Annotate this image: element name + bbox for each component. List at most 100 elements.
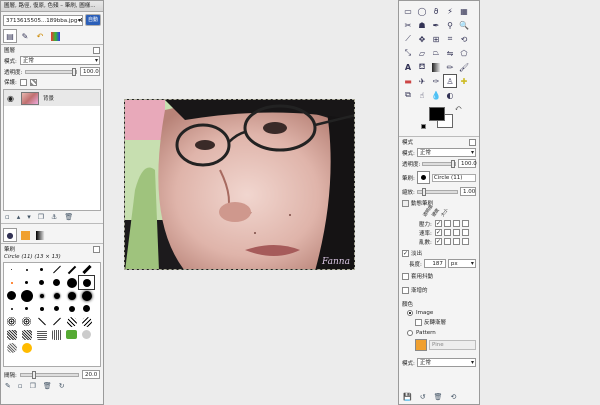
brush-item[interactable] — [19, 315, 34, 328]
pressure-size-check[interactable] — [453, 220, 460, 227]
tool-mode-select[interactable]: 正常 — [416, 148, 476, 157]
color-select-icon[interactable]: ▦ — [457, 4, 471, 18]
blend-icon[interactable] — [429, 60, 443, 74]
ellipse-select-icon[interactable]: ◯ — [415, 4, 429, 18]
scale-slider[interactable] — [416, 187, 458, 196]
scissors-icon[interactable]: ✂ — [401, 18, 415, 32]
brush-item[interactable] — [4, 302, 19, 315]
bottom-mode-select[interactable]: 正常 — [416, 358, 476, 367]
edit-brush-icon[interactable]: ✎ — [5, 382, 11, 390]
tool-opacity-slider[interactable] — [422, 159, 456, 168]
foreground-color[interactable] — [429, 107, 445, 121]
velocity-hardness-check[interactable] — [444, 229, 451, 236]
measure-icon[interactable]: ⟋ — [401, 32, 415, 46]
duplicate-layer-icon[interactable]: ❐ — [38, 213, 44, 221]
brush-item[interactable] — [64, 315, 79, 328]
layers-tab-icon[interactable]: ▤ — [3, 29, 17, 43]
flip-icon[interactable]: ⇋ — [443, 46, 457, 60]
perspective-icon[interactable]: ⏢ — [429, 46, 443, 60]
lock-alpha-checkbox[interactable] — [29, 78, 37, 86]
tool-opacity-spin[interactable]: 100.0 — [458, 159, 477, 168]
brush-item[interactable] — [79, 263, 94, 276]
brush-item[interactable] — [49, 276, 64, 289]
channels-tab-icon[interactable] — [48, 29, 62, 43]
gradients-tab-icon[interactable] — [33, 228, 47, 242]
fade-unit-select[interactable]: px — [447, 259, 476, 268]
crop-icon[interactable]: ⌗ — [443, 32, 457, 46]
velocity-size-check[interactable] — [453, 229, 460, 236]
brushes-menu-icon[interactable] — [93, 245, 100, 253]
bucket-fill-icon[interactable]: ⛾ — [415, 60, 429, 74]
refresh-brushes-icon[interactable]: ↻ — [59, 382, 65, 390]
ink-icon[interactable]: ✑ — [429, 74, 443, 88]
random-opacity-check[interactable]: ✓ — [435, 238, 442, 245]
image-selector[interactable]: 3713615505...189bba.jpg-4 — [3, 14, 83, 26]
brush-item[interactable] — [49, 315, 64, 328]
reset-options-icon[interactable]: ⟲ — [450, 393, 456, 401]
fuzzy-select-icon[interactable]: ⚡ — [443, 4, 457, 18]
pressure-hardness-check[interactable] — [444, 220, 451, 227]
incremental-checkbox[interactable] — [402, 286, 409, 294]
brush-item[interactable] — [4, 276, 19, 289]
brush-item[interactable] — [34, 263, 49, 276]
brush-item[interactable] — [49, 263, 64, 276]
visibility-eye-icon[interactable]: ◉ — [7, 94, 17, 103]
image-canvas[interactable]: Fanna — [124, 99, 355, 270]
brush-preview[interactable] — [416, 171, 430, 184]
layer-name[interactable]: 背景 — [43, 94, 54, 102]
brush-item[interactable] — [4, 263, 19, 276]
lower-layer-icon[interactable]: ▾ — [27, 213, 31, 221]
lock-pixels-checkbox[interactable] — [19, 78, 27, 86]
brush-item[interactable] — [19, 263, 34, 276]
reverse-gradient-checkbox[interactable] — [415, 318, 422, 326]
pattern-swatch[interactable] — [415, 339, 427, 351]
brush-item[interactable] — [34, 302, 49, 315]
heal-icon[interactable]: ✚ — [457, 74, 471, 88]
brush-item[interactable] — [4, 289, 19, 302]
brush-item[interactable] — [19, 289, 34, 302]
undo-tab-icon[interactable]: ↶ — [33, 29, 47, 43]
clone-icon[interactable]: ♙ — [443, 74, 457, 88]
panel-menu-icon[interactable] — [93, 46, 100, 54]
brush-item[interactable] — [64, 276, 79, 289]
paths-tab-icon[interactable]: ✎ — [18, 29, 32, 43]
brush-item[interactable] — [4, 315, 19, 328]
shear-icon[interactable]: ▱ — [415, 46, 429, 60]
move-icon[interactable]: ✥ — [415, 32, 429, 46]
pressure-extra-check[interactable] — [462, 220, 469, 227]
brush-item[interactable] — [64, 289, 79, 302]
brush-item[interactable] — [79, 315, 94, 328]
scale-icon[interactable]: ⤡ — [401, 46, 415, 60]
brush-item[interactable] — [49, 289, 64, 302]
brush-item[interactable] — [34, 315, 49, 328]
pattern-radio[interactable] — [407, 330, 413, 336]
new-brush-icon[interactable]: ▫ — [18, 382, 23, 390]
cage-icon[interactable]: ⬠ — [457, 46, 471, 60]
restore-options-icon[interactable]: ↺ — [420, 393, 426, 401]
smudge-icon[interactable]: ☝ — [415, 88, 429, 102]
brush-item[interactable] — [19, 302, 34, 315]
brush-item[interactable] — [49, 328, 64, 341]
delete-layer-icon[interactable]: 🗑 — [64, 213, 73, 221]
velocity-extra-check[interactable] — [462, 229, 469, 236]
brush-item[interactable] — [79, 302, 94, 315]
brush-item[interactable] — [19, 276, 34, 289]
scale-spin[interactable]: 1.00 — [460, 187, 476, 196]
brush-item[interactable] — [49, 302, 64, 315]
delete-options-icon[interactable]: 🗑 — [434, 393, 443, 401]
dodge-burn-icon[interactable]: ◐ — [443, 88, 457, 102]
spacing-slider[interactable] — [19, 370, 79, 379]
fade-checkbox[interactable]: ✓ — [402, 249, 409, 257]
brush-item[interactable] — [64, 263, 79, 276]
brush-item[interactable] — [64, 328, 79, 341]
reset-colors-icon[interactable] — [421, 124, 426, 129]
perspective-clone-icon[interactable]: ⧉ — [401, 88, 415, 102]
brushes-tab-icon[interactable]: ● — [3, 228, 17, 242]
duplicate-brush-icon[interactable]: ❐ — [30, 382, 36, 390]
swap-colors-icon[interactable]: ⤺ — [455, 105, 461, 113]
text-icon[interactable]: A — [401, 60, 415, 74]
apply-jitter-checkbox[interactable] — [402, 272, 409, 280]
paintbrush-icon[interactable]: 🖌 — [457, 60, 471, 74]
color-picker-icon[interactable]: ⚲ — [443, 18, 457, 32]
opacity-slider[interactable] — [25, 67, 77, 76]
